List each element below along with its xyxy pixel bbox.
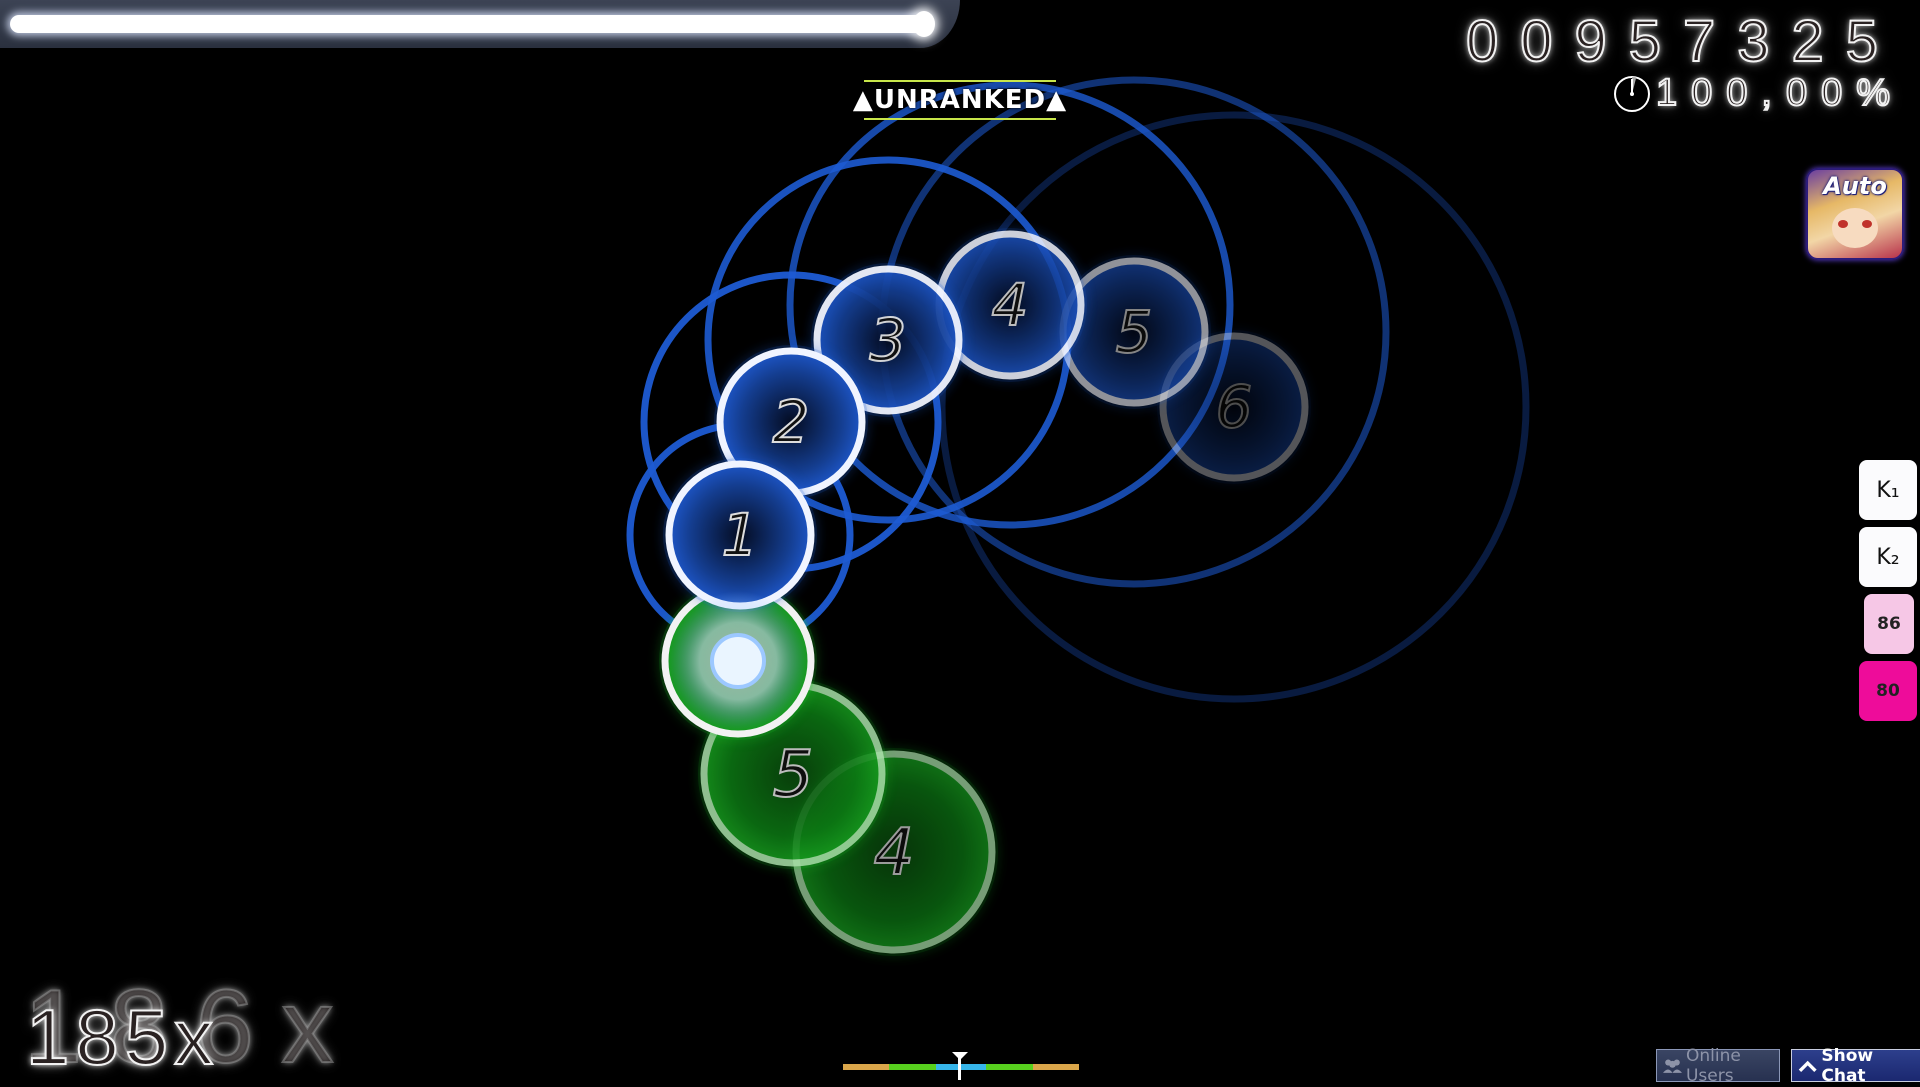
key-overlay-3: 86 <box>1864 594 1914 654</box>
combo-number: 2 <box>773 388 810 456</box>
health-bar <box>10 11 945 37</box>
health-bar-fill <box>10 15 931 33</box>
cursor <box>668 591 808 731</box>
combo-number: 4 <box>874 816 915 890</box>
combo-number: 6 <box>1216 373 1253 441</box>
key-overlay-2: K₂ <box>1859 527 1917 587</box>
hit-error-marker <box>958 1054 961 1080</box>
auto-mod-icon: Auto <box>1806 168 1904 260</box>
health-bar-panel <box>0 0 960 48</box>
hit-error-segment <box>986 1064 1033 1070</box>
chevron-up-icon <box>1798 1060 1817 1072</box>
key-overlay-4: 80 <box>1859 661 1917 721</box>
unranked-banner: ▲UNRANKED▲ <box>850 80 1070 120</box>
combo-number: 4 <box>992 271 1029 339</box>
hit-error-bar <box>843 1064 1079 1070</box>
unranked-label: ▲UNRANKED▲ <box>852 85 1068 115</box>
mod-character-face <box>1832 208 1878 248</box>
online-users-button[interactable]: Online Users <box>1656 1046 1780 1086</box>
hit-circle-blue: 1 <box>663 458 817 612</box>
accuracy-value: 100,00% <box>1655 71 1904 115</box>
playfield: 45 654321 <box>626 76 1530 956</box>
banner-line-bottom <box>864 118 1056 120</box>
blue-hit-circles: 65 4 321 <box>663 228 1311 612</box>
show-chat-button[interactable]: Show Chat <box>1791 1046 1920 1086</box>
score-counter: 00957325 <box>1465 8 1900 75</box>
accuracy-row: 100,00% <box>1612 71 1904 115</box>
mod-label: Auto <box>1823 172 1887 200</box>
hit-error-segment <box>1032 1064 1079 1070</box>
health-bar-knob <box>913 11 935 37</box>
combo-number: 5 <box>773 738 814 812</box>
combo-number: 5 <box>1116 298 1153 366</box>
combo-number: 3 <box>870 306 907 374</box>
users-icon <box>1663 1059 1682 1073</box>
cursor-icon <box>710 633 766 689</box>
combo-number: 1 <box>722 501 759 569</box>
key-overlay: K₁ K₂ 86 80 <box>1856 460 1920 728</box>
hit-error-segment <box>843 1064 890 1070</box>
hit-error-segment <box>889 1064 936 1070</box>
combo-value: 185x <box>25 992 220 1082</box>
key-overlay-1: K₁ <box>1859 460 1917 520</box>
accuracy-pie-icon <box>1613 75 1650 112</box>
